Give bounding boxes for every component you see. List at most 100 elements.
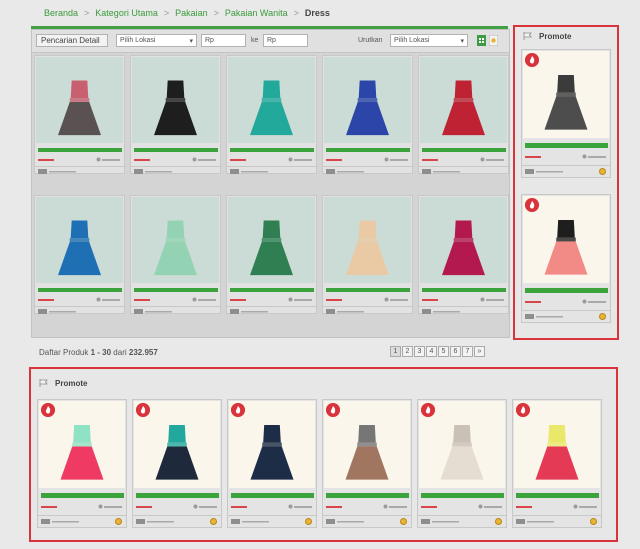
chevron-down-icon: ▾	[460, 37, 464, 45]
product-price-bar	[134, 299, 150, 301]
page-link[interactable]: 1	[390, 346, 401, 357]
dress-red-icon	[442, 80, 485, 136]
product-name-bar[interactable]	[525, 143, 608, 148]
promoted-product-card[interactable]	[521, 49, 611, 178]
page-link[interactable]: 5	[438, 346, 449, 357]
product-footer	[323, 515, 411, 528]
product-footer	[38, 515, 126, 528]
promoted-product-card[interactable]	[132, 399, 222, 528]
product-card[interactable]	[226, 195, 317, 314]
location-pin-icon	[480, 297, 504, 302]
breadcrumb-womens-clothing[interactable]: Pakaian Wanita	[225, 8, 288, 18]
sort-select[interactable]: Pilih Lokasi ▾	[390, 34, 468, 47]
breadcrumb-home[interactable]: Beranda	[44, 8, 78, 18]
product-footer	[418, 515, 506, 528]
product-card[interactable]	[130, 195, 221, 314]
product-name-bar[interactable]	[421, 493, 504, 498]
product-name-bar[interactable]	[422, 148, 506, 152]
product-image[interactable]	[420, 197, 507, 283]
product-footer	[522, 165, 610, 178]
promoted-product-card[interactable]	[37, 399, 127, 528]
dress-navy-blue-icon	[58, 220, 101, 276]
hot-badge-icon	[421, 403, 435, 417]
flag-icon	[39, 379, 48, 387]
min-price-input[interactable]: Rp	[201, 34, 246, 47]
product-name-bar[interactable]	[422, 288, 506, 292]
page-link[interactable]: 7	[462, 346, 473, 357]
product-image[interactable]	[132, 197, 219, 283]
dress-magenta-icon	[442, 220, 485, 276]
grid-view-icon[interactable]	[477, 35, 486, 46]
hot-badge-icon	[525, 198, 539, 212]
trend-icon	[326, 519, 364, 524]
product-card[interactable]	[322, 55, 413, 174]
trend-icon	[136, 519, 174, 524]
promoted-product-card[interactable]	[322, 399, 412, 528]
product-footer	[131, 306, 220, 315]
product-card[interactable]	[418, 195, 509, 314]
product-card[interactable]	[226, 55, 317, 174]
product-name-bar[interactable]	[326, 288, 410, 292]
breadcrumb-clothing[interactable]: Pakaian	[175, 8, 208, 18]
product-image[interactable]	[228, 57, 315, 143]
product-card[interactable]	[34, 195, 125, 314]
max-price-input[interactable]: Rp	[263, 34, 308, 47]
product-image[interactable]	[36, 197, 123, 283]
hot-badge-icon	[136, 403, 150, 417]
product-name-bar[interactable]	[38, 148, 122, 152]
product-name-bar[interactable]	[326, 148, 410, 152]
product-card[interactable]	[418, 55, 509, 174]
trend-icon	[38, 309, 76, 314]
product-name-bar[interactable]	[134, 288, 218, 292]
promoted-product-card[interactable]	[227, 399, 317, 528]
product-price-bar	[326, 506, 342, 508]
product-name-bar[interactable]	[136, 493, 219, 498]
product-name-bar[interactable]	[41, 493, 124, 498]
product-name-bar[interactable]	[231, 493, 314, 498]
product-card[interactable]	[34, 55, 125, 174]
product-card[interactable]	[322, 195, 413, 314]
product-price-bar	[516, 506, 532, 508]
product-footer	[323, 306, 412, 315]
page-link[interactable]: 4	[426, 346, 437, 357]
page-link[interactable]: 3	[414, 346, 425, 357]
product-image[interactable]	[228, 197, 315, 283]
page-link[interactable]: 6	[450, 346, 461, 357]
page-link[interactable]: »	[474, 346, 485, 357]
product-image[interactable]	[36, 57, 123, 143]
product-name-bar[interactable]	[38, 288, 122, 292]
product-name-bar[interactable]	[230, 288, 314, 292]
listing-count-range: 1 - 30	[90, 348, 112, 357]
product-image[interactable]	[420, 57, 507, 143]
product-name-bar[interactable]	[525, 288, 608, 293]
breadcrumb-separator: >	[163, 8, 170, 18]
product-name-bar[interactable]	[326, 493, 409, 498]
product-footer	[419, 166, 508, 175]
promoted-product-card[interactable]	[417, 399, 507, 528]
product-name-bar[interactable]	[230, 148, 314, 152]
location-select[interactable]: Pilih Lokasi ▾	[116, 34, 197, 47]
hot-badge-icon	[231, 403, 245, 417]
sort-select-value: Pilih Lokasi	[394, 37, 430, 44]
coin-icon	[495, 518, 502, 525]
detail-search-button[interactable]: Pencarian Detail	[36, 34, 108, 47]
promoted-product-card[interactable]	[512, 399, 602, 528]
breadcrumb-main-category[interactable]: Kategori Utama	[95, 8, 158, 18]
product-name-bar[interactable]	[134, 148, 218, 152]
dress-blue-icon	[346, 80, 389, 136]
bottom-promote-panel: Promote	[29, 367, 618, 542]
product-image[interactable]	[132, 57, 219, 143]
product-image[interactable]	[324, 57, 411, 143]
product-name-bar[interactable]	[516, 493, 599, 498]
promoted-product-card[interactable]	[521, 194, 611, 323]
coin-icon	[305, 518, 312, 525]
page-link[interactable]: 2	[402, 346, 413, 357]
location-pin-icon	[383, 504, 407, 509]
location-pin-icon	[573, 504, 597, 509]
product-image[interactable]	[324, 197, 411, 283]
product-price-bar	[230, 159, 246, 161]
list-view-icon[interactable]	[489, 35, 498, 46]
trend-icon	[38, 169, 76, 174]
coin-icon	[115, 518, 122, 525]
product-card[interactable]	[130, 55, 221, 174]
